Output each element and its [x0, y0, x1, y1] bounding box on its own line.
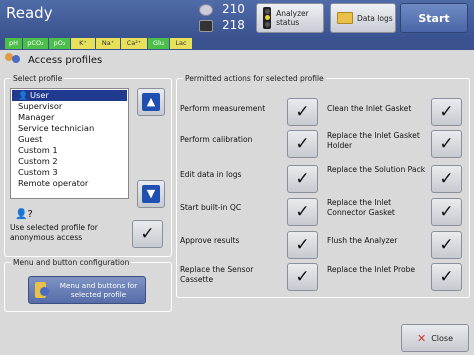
- perm-label-replace-inlet-gasket-holder: Replace the Inlet Gasket Holder: [327, 131, 420, 150]
- perm-label-replace-solution-pack: Replace the Solution Pack: [327, 165, 426, 174]
- perm-toggle-approve-results[interactable]: ✓: [287, 231, 318, 259]
- profile-list[interactable]: 👤 User Supervisor Manager Service technic…: [10, 88, 129, 199]
- perm-toggle-perform-measurement[interactable]: ✓: [287, 98, 318, 126]
- data-logs-button[interactable]: Data logs: [330, 3, 396, 33]
- profile-item-custom-2[interactable]: Custom 2: [12, 156, 127, 167]
- param-po2: pO₂: [49, 38, 70, 49]
- perm-toggle-replace-inlet-connector-gasket[interactable]: ✓: [431, 198, 462, 226]
- profile-item-guest[interactable]: Guest: [12, 134, 127, 145]
- status-title: Ready: [6, 4, 53, 22]
- perm-toggle-replace-inlet-gasket-holder[interactable]: ✓: [431, 130, 462, 158]
- close-label: Close: [431, 333, 453, 343]
- menu-buttons-config-label: Menu and buttons for selected profile: [59, 281, 138, 299]
- profile-item-user[interactable]: 👤 User: [12, 90, 127, 101]
- perm-label-perform-calibration: Perform calibration: [180, 135, 253, 144]
- menu-buttons-config-button[interactable]: Menu and buttons for selected profile: [28, 276, 146, 304]
- menu-config-icon: [35, 282, 50, 298]
- printer-counter-icon: [199, 20, 213, 32]
- anonymous-access-label: Use selected profile for anonymous acces…: [10, 223, 98, 242]
- anonymous-access-toggle[interactable]: ✓: [132, 220, 163, 248]
- start-button[interactable]: Start: [400, 3, 468, 33]
- page-header: Access profiles: [0, 50, 474, 70]
- arrow-down-icon: ▼: [142, 185, 160, 203]
- page-title: Access profiles: [28, 54, 103, 66]
- sample-counter-icon: [199, 4, 213, 16]
- select-profile-legend: Select profile: [13, 74, 63, 83]
- anonymous-user-icon: 👤?: [15, 209, 33, 220]
- param-k: K⁺: [71, 38, 95, 49]
- perm-label-replace-sensor-cassette: Replace the Sensor Cassette: [180, 265, 254, 284]
- param-ph: pH: [5, 38, 22, 49]
- arrow-up-icon: ▲: [142, 93, 160, 111]
- perm-toggle-perform-calibration[interactable]: ✓: [287, 130, 318, 158]
- profile-item-custom-1[interactable]: Custom 1: [12, 145, 127, 156]
- param-na: Na⁺: [96, 38, 120, 49]
- profile-item-remote-operator[interactable]: Remote operator: [12, 178, 127, 189]
- perm-label-replace-inlet-connector-gasket: Replace the Inlet Connector Gasket: [327, 198, 395, 217]
- perm-toggle-replace-solution-pack[interactable]: ✓: [431, 165, 462, 193]
- param-pco2: pCO₂: [23, 38, 48, 49]
- param-lac: Lac: [170, 38, 192, 49]
- users-icon: [4, 53, 22, 67]
- profile-item-supervisor[interactable]: Supervisor: [12, 101, 127, 112]
- perm-toggle-replace-sensor-cassette[interactable]: ✓: [287, 263, 318, 291]
- parameter-strip: pH pCO₂ pO₂ K⁺ Na⁺ Ca²⁺ Glu Lac: [0, 38, 474, 50]
- scroll-up-button[interactable]: ▲: [137, 88, 165, 116]
- param-glu: Glu: [148, 38, 169, 49]
- perm-label-clean-inlet-gasket: Clean the Inlet Gasket: [327, 104, 412, 113]
- param-ca: Ca²⁺: [121, 38, 147, 49]
- counter-bottom: 218: [222, 18, 245, 32]
- menu-config-legend: Menu and button configuration: [13, 258, 130, 267]
- perm-toggle-replace-inlet-probe[interactable]: ✓: [431, 263, 462, 291]
- perm-label-perform-measurement: Perform measurement: [180, 104, 266, 113]
- traffic-light-icon: [263, 7, 272, 29]
- perm-label-start-built-in-qc: Start built-in QC: [180, 203, 242, 212]
- perm-label-approve-results: Approve results: [180, 236, 240, 245]
- perm-label-flush-analyzer: Flush the Analyzer: [327, 236, 398, 245]
- analyzer-status-label: Analyzer status: [276, 9, 309, 27]
- profile-item-custom-3[interactable]: Custom 3: [12, 167, 127, 178]
- data-logs-label: Data logs: [357, 13, 393, 23]
- perm-label-replace-inlet-probe: Replace the Inlet Probe: [327, 265, 416, 274]
- perm-toggle-clean-inlet-gasket[interactable]: ✓: [431, 98, 462, 126]
- perm-toggle-start-built-in-qc[interactable]: ✓: [287, 198, 318, 226]
- analyzer-status-button[interactable]: Analyzer status: [256, 3, 324, 33]
- perm-label-edit-data-in-logs: Edit data in logs: [180, 170, 242, 179]
- permitted-actions-legend: Permitted actions for selected profile: [185, 74, 324, 83]
- folder-icon: [337, 12, 353, 24]
- profile-item-service-technician[interactable]: Service technician: [12, 123, 127, 134]
- status-bar: Ready 210 218 Analyzer status Data logs …: [0, 0, 474, 38]
- close-icon: ✕: [416, 331, 427, 345]
- perm-toggle-edit-data-in-logs[interactable]: ✓: [287, 165, 318, 193]
- scroll-down-button[interactable]: ▼: [137, 180, 165, 208]
- profile-item-manager[interactable]: Manager: [12, 112, 127, 123]
- counter-top: 210: [222, 2, 245, 16]
- close-button[interactable]: ✕ Close: [401, 324, 469, 352]
- perm-toggle-flush-analyzer[interactable]: ✓: [431, 231, 462, 259]
